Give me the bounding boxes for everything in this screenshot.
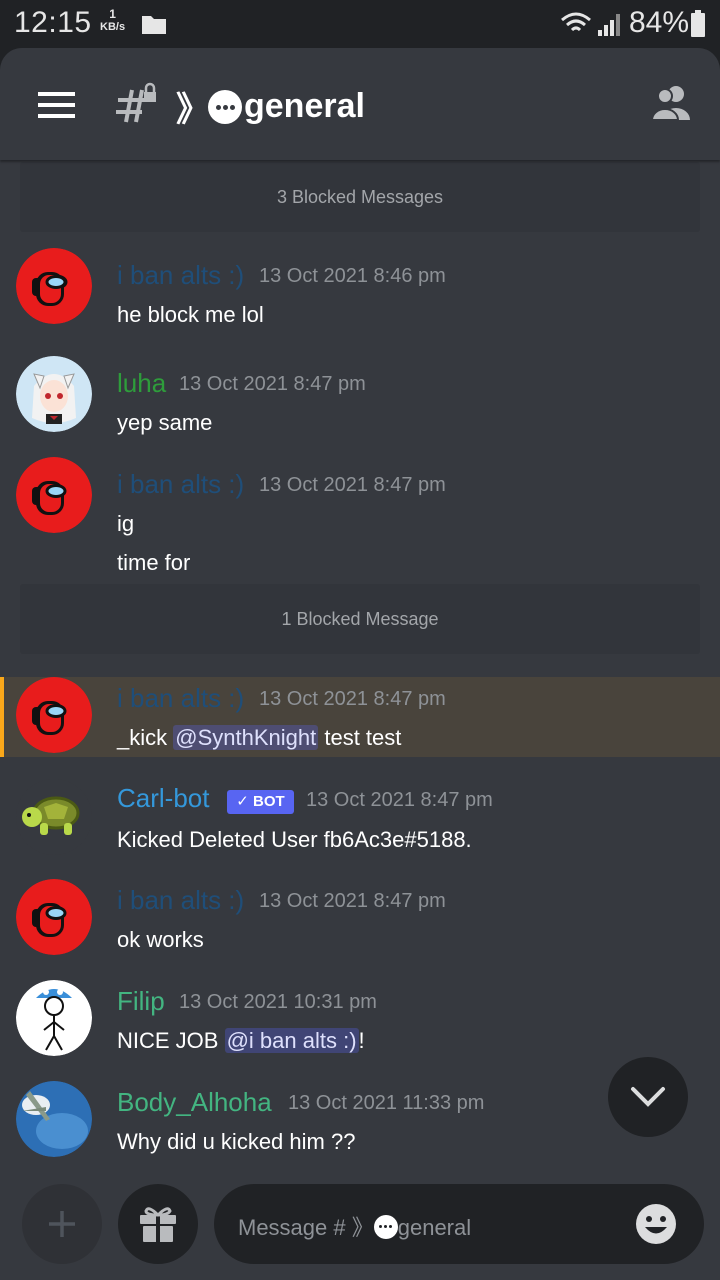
anime-girl-avatar[interactable] bbox=[16, 356, 92, 432]
message-input-placeholder: Message # 》 general bbox=[238, 1215, 472, 1240]
blocked-messages-bar[interactable]: 3 Blocked Messages bbox=[20, 162, 700, 232]
message-text: ok works bbox=[117, 927, 204, 952]
timestamp: 13 Oct 2021 8:47 pm bbox=[259, 688, 446, 710]
app-window: 》 general 3 Blocked Messages i ban alts … bbox=[0, 48, 720, 1280]
stick-figure-avatar[interactable] bbox=[16, 980, 92, 1056]
message-text: Kicked Deleted User fb6Ac3e#5188. bbox=[117, 827, 472, 852]
speech-bubble-emoji-icon bbox=[373, 1215, 398, 1239]
clock: 12:15 bbox=[14, 6, 92, 39]
gift-icon bbox=[140, 1207, 176, 1242]
timestamp: 13 Oct 2021 8:47 pm bbox=[306, 789, 493, 811]
members-icon[interactable] bbox=[650, 84, 694, 122]
author-name[interactable]: i ban alts :) bbox=[117, 469, 244, 500]
message-text: yep same bbox=[117, 410, 213, 435]
bot-badge: ✓ BOT bbox=[227, 790, 294, 814]
author-name[interactable]: Carl-bot bbox=[117, 783, 209, 814]
author-name[interactable]: i ban alts :) bbox=[117, 885, 244, 916]
channel-name: general bbox=[244, 87, 365, 125]
battery-icon bbox=[691, 10, 705, 37]
message-text: Why did u kicked him ?? bbox=[117, 1129, 356, 1154]
message-composer: Message # 》 general bbox=[0, 1176, 720, 1280]
locked-hash-icon bbox=[116, 82, 156, 123]
author-name[interactable]: luha bbox=[117, 368, 166, 399]
author-name[interactable]: Body_Alhoha bbox=[117, 1087, 272, 1118]
channel-header: 》 general bbox=[0, 48, 720, 160]
timestamp: 13 Oct 2021 11:33 pm bbox=[288, 1092, 485, 1114]
channel-title: 》 general bbox=[176, 82, 365, 131]
author-name[interactable]: i ban alts :) bbox=[117, 260, 244, 291]
among-us-avatar[interactable] bbox=[16, 879, 92, 955]
timestamp: 13 Oct 2021 8:46 pm bbox=[259, 265, 446, 287]
menu-icon[interactable] bbox=[38, 91, 76, 119]
wifi-signal-icon bbox=[561, 12, 620, 36]
timestamp: 13 Oct 2021 8:47 pm bbox=[259, 474, 446, 496]
channel-prefix: 》 bbox=[176, 91, 210, 129]
message-input[interactable]: Message # 》 general bbox=[214, 1184, 704, 1264]
message-text: ig bbox=[117, 511, 135, 536]
message-text: he block me lol bbox=[117, 302, 264, 327]
status-bar: 12:15 1 KB/s 84% bbox=[0, 0, 720, 48]
jump-to-bottom-button[interactable] bbox=[608, 1057, 688, 1137]
blocked-messages-bar[interactable]: 1 Blocked Message bbox=[20, 584, 700, 654]
timestamp: 13 Oct 2021 8:47 pm bbox=[179, 373, 366, 395]
user-mention[interactable]: @i ban alts :) bbox=[224, 1028, 359, 1053]
message-text: time for bbox=[117, 550, 191, 575]
turtle-avatar[interactable] bbox=[16, 779, 92, 855]
emoji-picker-icon[interactable] bbox=[634, 1202, 678, 1246]
among-us-avatar[interactable] bbox=[16, 457, 92, 533]
chevron-down-icon bbox=[631, 1087, 665, 1107]
plus-icon bbox=[49, 1211, 75, 1237]
add-attachment-button[interactable] bbox=[22, 1184, 102, 1264]
speech-bubble-emoji-icon bbox=[208, 89, 242, 124]
timestamp: 13 Oct 2021 8:47 pm bbox=[259, 890, 446, 912]
author-name[interactable]: Filip bbox=[117, 986, 165, 1017]
message-text: NICE JOB @i ban alts :)! bbox=[117, 1028, 365, 1053]
message-text: _kick @SynthKnight test test bbox=[117, 725, 402, 750]
folder-icon bbox=[142, 16, 166, 34]
battery-percentage: 84% bbox=[629, 6, 690, 39]
timestamp: 13 Oct 2021 10:31 pm bbox=[179, 991, 377, 1013]
author-name[interactable]: i ban alts :) bbox=[117, 683, 244, 714]
gift-nitro-button[interactable] bbox=[118, 1184, 198, 1264]
network-speed: 1 KB/s bbox=[100, 7, 126, 34]
among-us-avatar[interactable] bbox=[16, 677, 92, 753]
airplane-sky-avatar[interactable] bbox=[16, 1081, 92, 1157]
user-mention[interactable]: @SynthKnight bbox=[173, 725, 319, 750]
among-us-avatar[interactable] bbox=[16, 248, 92, 324]
